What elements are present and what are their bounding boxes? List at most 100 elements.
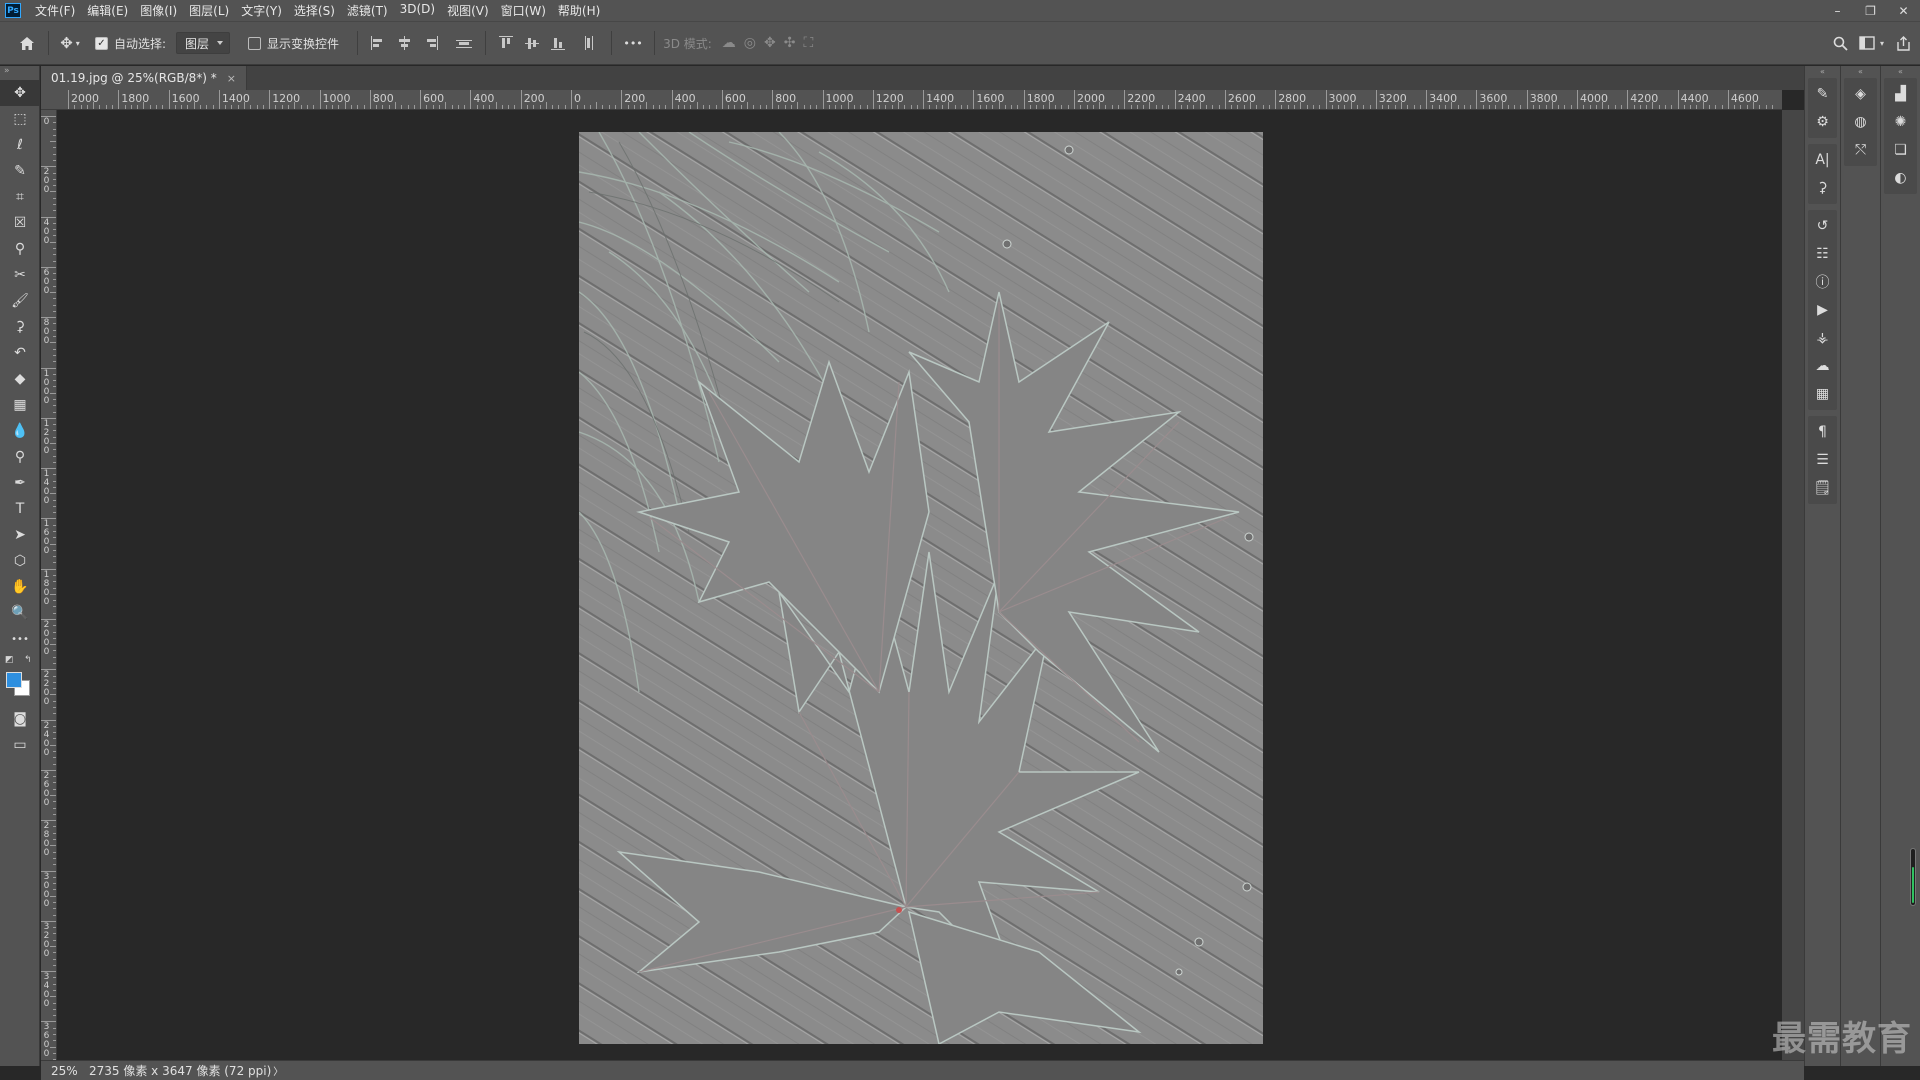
swap-colors-icon[interactable]: ↰ bbox=[24, 655, 32, 665]
panel-collapse-icon[interactable]: « bbox=[1805, 66, 1840, 78]
clone-source-icon[interactable]: ⚳ bbox=[1808, 174, 1837, 202]
adjustments-icon[interactable]: ◐ bbox=[1884, 164, 1917, 192]
3d-slide-icon[interactable]: ✣ bbox=[784, 35, 796, 51]
menu-item[interactable]: 滤镜(T) bbox=[341, 2, 394, 19]
properties-icon[interactable]: ☷ bbox=[1808, 240, 1837, 268]
frame-tool[interactable]: ☒ bbox=[0, 210, 40, 236]
menu-item[interactable]: 图层(L) bbox=[183, 2, 235, 19]
chevron-down-icon[interactable]: ▾ bbox=[1880, 39, 1884, 48]
panel-collapse-icon[interactable]: « bbox=[1881, 66, 1920, 78]
align-right-edges-icon[interactable] bbox=[423, 36, 439, 50]
dodge-tool[interactable]: ⚲ bbox=[0, 444, 40, 470]
libraries-icon[interactable]: ❏ bbox=[1884, 136, 1917, 164]
status-menu-arrow-icon[interactable]: 〉 bbox=[273, 1063, 283, 1078]
ruler-tick bbox=[1677, 90, 1679, 109]
quick-mask-button[interactable]: ◙ bbox=[0, 706, 40, 732]
panel-collapse-icon[interactable]: « bbox=[1841, 66, 1880, 78]
horizontal-ruler[interactable]: 2000 1800 1600 1400 1200 1000 800 600 400 200 0 200… bbox=[41, 90, 1782, 110]
restore-button[interactable]: ❐ bbox=[1854, 0, 1887, 21]
clone-stamp-tool[interactable]: ⚳ bbox=[0, 314, 40, 340]
align-vertical-centers-icon[interactable] bbox=[525, 36, 541, 50]
vertical-ruler[interactable]: 0 200 400 600 800 1000 1200 1400 1600 1800 2000 220… bbox=[41, 110, 57, 1060]
3d-panel-icon[interactable]: ☁ bbox=[1808, 352, 1837, 380]
menu-item[interactable]: 文件(F) bbox=[29, 2, 81, 19]
share-button[interactable] bbox=[1890, 30, 1916, 56]
menu-item[interactable]: 帮助(H) bbox=[552, 2, 606, 19]
default-colors-icon[interactable]: ◩ bbox=[5, 655, 14, 665]
table-icon[interactable]: ▦ bbox=[1808, 380, 1837, 408]
menu-item[interactable]: 视图(V) bbox=[441, 2, 495, 19]
align-top-edges-icon[interactable] bbox=[499, 36, 515, 50]
screen-mode-button[interactable]: ▭ bbox=[0, 732, 40, 758]
vertical-scrollbar[interactable] bbox=[1782, 110, 1804, 1060]
shape-tool[interactable]: ⬡ bbox=[0, 548, 40, 574]
histogram-icon[interactable]: ▟ bbox=[1884, 80, 1917, 108]
menu-item[interactable]: 图像(I) bbox=[134, 2, 183, 19]
menu-item[interactable]: 3D(D) bbox=[394, 2, 441, 19]
align-left-edges-icon[interactable] bbox=[371, 36, 387, 50]
more-options-button[interactable]: ••• bbox=[620, 30, 646, 56]
minimize-button[interactable]: – bbox=[1821, 0, 1854, 21]
crop-tool[interactable]: ⌗ bbox=[0, 184, 40, 210]
auto-select-target-dropdown[interactable]: 图层 bbox=[176, 32, 231, 54]
move-tool[interactable]: ✥ bbox=[0, 80, 40, 106]
3d-roll-icon[interactable]: ◎ bbox=[744, 35, 756, 51]
scroll-indicator[interactable] bbox=[1910, 848, 1916, 906]
marquee-tool[interactable]: ⬚ bbox=[0, 106, 40, 132]
navigator-icon[interactable]: ✺ bbox=[1884, 108, 1917, 136]
tool-presets-icon[interactable]: ⚶ bbox=[1808, 324, 1837, 352]
actions-icon[interactable]: ▶ bbox=[1808, 296, 1837, 324]
menu-item[interactable]: 文字(Y) bbox=[235, 2, 288, 19]
eyedropper-tool[interactable]: ⚲ bbox=[0, 236, 40, 262]
path-selection-tool[interactable]: ➤ bbox=[0, 522, 40, 548]
3d-pan-icon[interactable]: ✥ bbox=[764, 35, 776, 51]
menu-item[interactable]: 选择(S) bbox=[288, 2, 341, 19]
3d-scale-icon[interactable]: ⛶ bbox=[803, 35, 813, 51]
brush-tool[interactable]: 🖌 bbox=[0, 288, 40, 314]
character-icon[interactable]: A| bbox=[1808, 146, 1837, 174]
quick-selection-tool[interactable]: ✎ bbox=[0, 158, 40, 184]
move-tool-preset-button[interactable]: ✥ ▾ bbox=[57, 30, 83, 56]
pen-tool[interactable]: ✒ bbox=[0, 470, 40, 496]
menu-item[interactable]: 编辑(E) bbox=[81, 2, 134, 19]
notes-icon[interactable]: 🗒 bbox=[1808, 474, 1837, 502]
show-transform-controls-checkbox[interactable] bbox=[248, 36, 262, 50]
layers-icon[interactable]: ◈ bbox=[1844, 80, 1877, 108]
document-tab[interactable]: 01.19.jpg @ 25%(RGB/8*) * × bbox=[41, 66, 247, 90]
3d-orbit-icon[interactable]: ☁ bbox=[722, 35, 736, 51]
foreground-color-swatch[interactable] bbox=[6, 672, 22, 688]
lasso-tool[interactable]: ℓ bbox=[0, 132, 40, 158]
paragraph-styles-icon[interactable]: ☰ bbox=[1808, 446, 1837, 474]
gradient-tool[interactable]: ▦ bbox=[0, 392, 40, 418]
paths-icon[interactable]: ⤲ bbox=[1844, 136, 1877, 164]
search-button[interactable] bbox=[1828, 30, 1854, 56]
brushes-icon[interactable]: ⚙ bbox=[1808, 108, 1837, 136]
menu-item[interactable]: 窗口(W) bbox=[495, 2, 552, 19]
paragraph-icon[interactable]: ¶ bbox=[1808, 418, 1837, 446]
zoom-tool[interactable]: 🔍 bbox=[0, 600, 40, 626]
document-image[interactable] bbox=[579, 132, 1263, 1044]
hand-tool[interactable]: ✋ bbox=[0, 574, 40, 600]
align-bottom-edges-icon[interactable] bbox=[551, 36, 567, 50]
auto-select-checkbox[interactable]: ✓ bbox=[95, 36, 108, 50]
zoom-level[interactable]: 25% bbox=[41, 1064, 78, 1078]
history-brush-tool[interactable]: ↶ bbox=[0, 340, 40, 366]
home-button[interactable] bbox=[14, 30, 40, 56]
canvas-area[interactable] bbox=[57, 110, 1782, 1060]
channels-icon[interactable]: ◍ bbox=[1844, 108, 1877, 136]
info-icon[interactable]: ⓘ bbox=[1808, 268, 1837, 296]
type-tool[interactable]: T bbox=[0, 496, 40, 522]
distribute-vertical-icon[interactable] bbox=[456, 36, 473, 50]
distribute-horizontal-icon[interactable] bbox=[582, 36, 598, 50]
workspace-button[interactable] bbox=[1854, 30, 1880, 56]
close-window-button[interactable]: ✕ bbox=[1887, 0, 1920, 21]
brush-settings-icon[interactable]: ✎ bbox=[1808, 80, 1837, 108]
more-tools[interactable]: ••• bbox=[0, 626, 40, 652]
align-horizontal-centers-icon[interactable] bbox=[397, 36, 413, 50]
blur-tool[interactable]: 💧 bbox=[0, 418, 40, 444]
panel-collapse-icon[interactable]: » bbox=[0, 66, 39, 80]
healing-tool[interactable]: ✂ bbox=[0, 262, 40, 288]
history-icon[interactable]: ↺ bbox=[1808, 212, 1837, 240]
eraser-tool[interactable]: ◆ bbox=[0, 366, 40, 392]
close-document-icon[interactable]: × bbox=[227, 72, 236, 85]
